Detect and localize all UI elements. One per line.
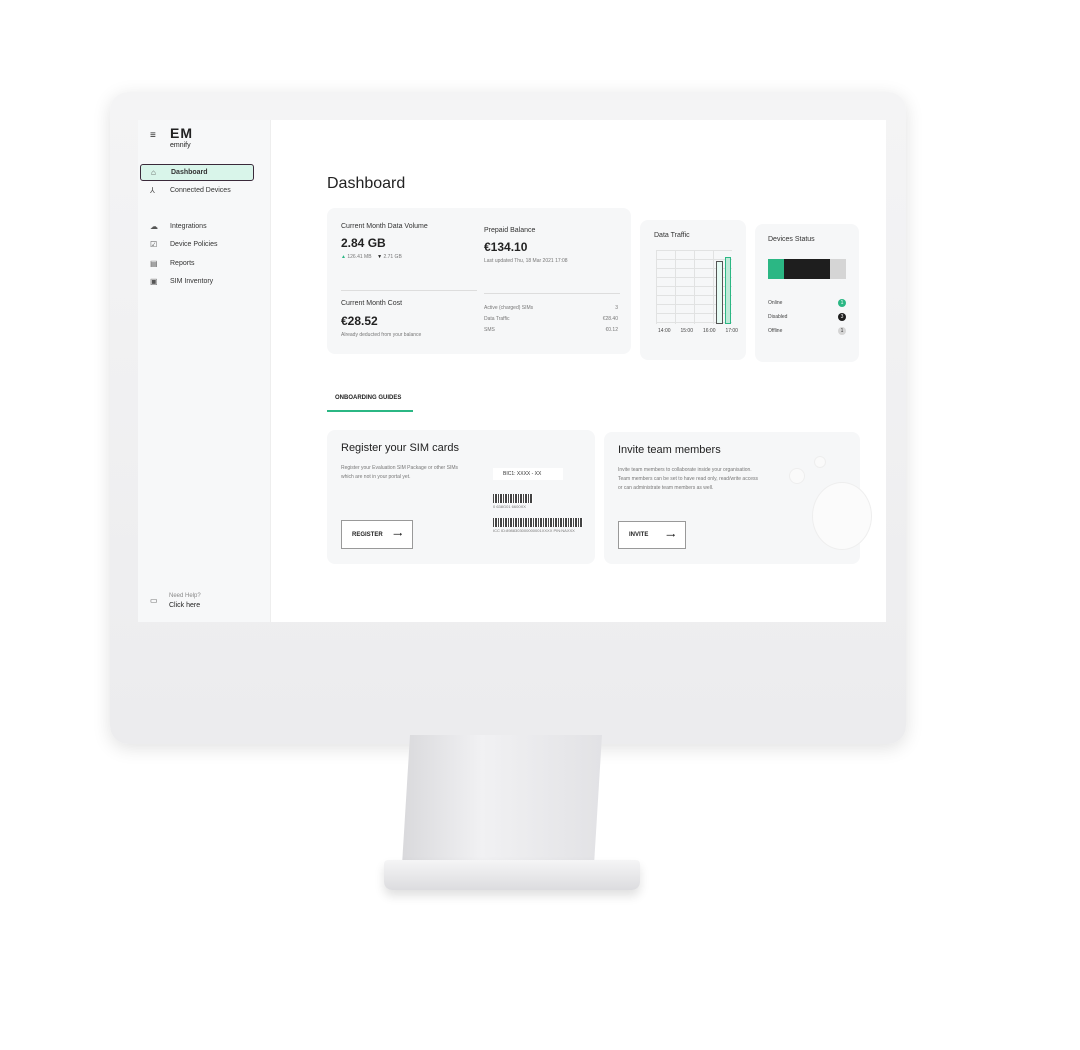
sidebar-item-label: Connected Devices <box>170 187 231 194</box>
row-label: Active (charged) SIMs <box>484 305 534 311</box>
cost-row: SMS €0.12 <box>484 327 618 333</box>
register-title: Register your SIM cards <box>341 442 459 454</box>
sidebar-item-integrations[interactable]: ☁ Integrations <box>140 218 254 235</box>
sidebar-item-label: Device Policies <box>170 241 218 248</box>
avatar-illustration <box>814 456 826 468</box>
page-title: Dashboard <box>327 175 406 192</box>
x-tick: 14:00 <box>658 328 671 334</box>
balance-updated: Last updated Thu, 18 Mar 2021 17:08 <box>484 258 568 264</box>
status-bar-online <box>768 259 784 279</box>
brand-name: emnify <box>170 142 191 149</box>
status-label: Disabled <box>768 314 788 320</box>
row-label: Data Traffic <box>484 316 510 322</box>
status-row-offline: Offline 1 <box>768 327 846 335</box>
barcode <box>493 494 533 503</box>
help-title: Need Help? <box>169 593 201 599</box>
invite-text: Invite team members to collaborate insid… <box>618 467 758 491</box>
sim-code-field: BIC1: XXXX - XX <box>493 468 563 480</box>
sidebar-item-sim-inventory[interactable]: ▣ SIM Inventory <box>140 273 254 290</box>
balance-label: Prepaid Balance <box>484 227 536 234</box>
status-row-disabled: Disabled 3 <box>768 313 846 321</box>
sidebar-item-label: SIM Inventory <box>170 278 214 285</box>
invite-card: Invite team members Invite team members … <box>604 432 872 564</box>
sidebar-item-device-policies[interactable]: ☑ Device Policies <box>140 236 254 253</box>
monitor-base <box>384 860 640 890</box>
sidebar-item-dashboard[interactable]: ⌂ Dashboard <box>140 164 254 181</box>
x-tick: 15:00 <box>680 328 693 334</box>
traffic-title: Data Traffic <box>654 232 690 239</box>
status-label: Offline <box>768 328 783 334</box>
status-bar-offline <box>830 259 846 279</box>
cost-row: Data Traffic €28.40 <box>484 316 618 322</box>
download-value: 2.71 GB <box>383 254 402 260</box>
status-bar <box>768 259 846 279</box>
home-icon: ⌂ <box>151 168 156 177</box>
upload-value: 126.41 MB <box>347 254 372 260</box>
status-count: 1 <box>838 327 846 335</box>
sidebar: ≡ EM emnify ⌂ Dashboard ⅄ Connected Device… <box>138 120 271 622</box>
status-row-online: Online 1 <box>768 299 846 307</box>
menu-icon[interactable]: ≡ <box>150 130 156 141</box>
status-count: 3 <box>838 313 846 321</box>
sidebar-item-reports[interactable]: ▤ Reports <box>140 255 254 272</box>
avatar-illustration <box>812 482 872 550</box>
cost-value: €28.52 <box>341 314 378 328</box>
balance-value: €134.10 <box>484 240 528 254</box>
sidebar-item-label: Dashboard <box>171 169 208 176</box>
summary-card: Current Month Data Volume 2.84 GB ▲ 126.… <box>327 208 631 354</box>
register-button[interactable]: REGISTER ⟶ <box>341 520 413 549</box>
arrow-up-icon: ▲ <box>341 254 346 260</box>
row-label: SMS <box>484 327 495 333</box>
avatar-illustration <box>789 468 805 484</box>
cloud-icon: ☁ <box>150 222 158 231</box>
arrow-right-icon: ⟶ <box>666 532 675 539</box>
tab-onboarding-guides[interactable]: ONBOARDING GUIDES <box>327 390 413 412</box>
data-volume-value: 2.84 GB <box>341 236 386 250</box>
status-title: Devices Status <box>768 236 815 243</box>
cost-row: Active (charged) SIMs 3 <box>484 305 618 311</box>
x-tick: 16:00 <box>702 328 716 334</box>
status-count: 1 <box>838 299 846 307</box>
divider <box>341 290 477 291</box>
sim-icon: ▣ <box>150 277 158 286</box>
data-traffic-card: Data Traffic 14:00 15:00 16:00 17:00 <box>640 220 746 360</box>
chat-icon: ▭ <box>150 596 158 605</box>
sidebar-item-label: Reports <box>170 260 195 267</box>
arrow-down-icon: ▼ <box>377 254 383 260</box>
register-text: Register your Evaluation SIM Package or … <box>341 465 458 480</box>
sidebar-item-label: Integrations <box>170 223 207 230</box>
invite-button[interactable]: INVITE ⟶ <box>618 521 686 549</box>
checklist-icon: ☑ <box>150 240 158 249</box>
status-bar-disabled <box>783 259 831 279</box>
monitor-stand <box>402 735 602 865</box>
divider <box>484 293 620 294</box>
x-tick: 17:00 <box>725 328 738 334</box>
register-card: Register your SIM cards Register your Ev… <box>327 430 595 564</box>
invite-title: Invite team members <box>618 444 721 456</box>
barcode <box>493 518 583 527</box>
row-value: 3 <box>615 305 618 311</box>
cost-label: Current Month Cost <box>341 300 403 307</box>
status-label: Online <box>768 300 783 306</box>
screen: ≡ EM emnify ⌂ Dashboard ⅄ Connected Device… <box>138 120 886 622</box>
traffic-bar <box>716 261 723 324</box>
network-icon: ⅄ <box>150 186 155 195</box>
barcode-text: ICC ID:8988303000000001XXXX PIN:NAXXX <box>493 528 575 533</box>
devices-status-card: Devices Status Online 1 Disabled 3 Offline… <box>755 224 859 362</box>
row-value: €28.40 <box>602 316 618 322</box>
logo: EM <box>170 125 193 141</box>
report-icon: ▤ <box>150 259 158 268</box>
invite-button-label: INVITE <box>629 532 649 538</box>
data-volume-label: Current Month Data Volume <box>341 223 428 230</box>
help-link[interactable]: Click here <box>169 602 200 609</box>
register-button-label: REGISTER <box>352 531 383 538</box>
traffic-bar <box>725 257 731 324</box>
barcode-text: 0 638G01 6600XX <box>493 504 526 509</box>
sidebar-item-connected-devices[interactable]: ⅄ Connected Devices <box>140 182 254 199</box>
cost-note: Already deducted from your balance <box>341 332 422 338</box>
arrow-right-icon: ⟶ <box>393 532 402 538</box>
row-value: €0.12 <box>605 327 618 333</box>
